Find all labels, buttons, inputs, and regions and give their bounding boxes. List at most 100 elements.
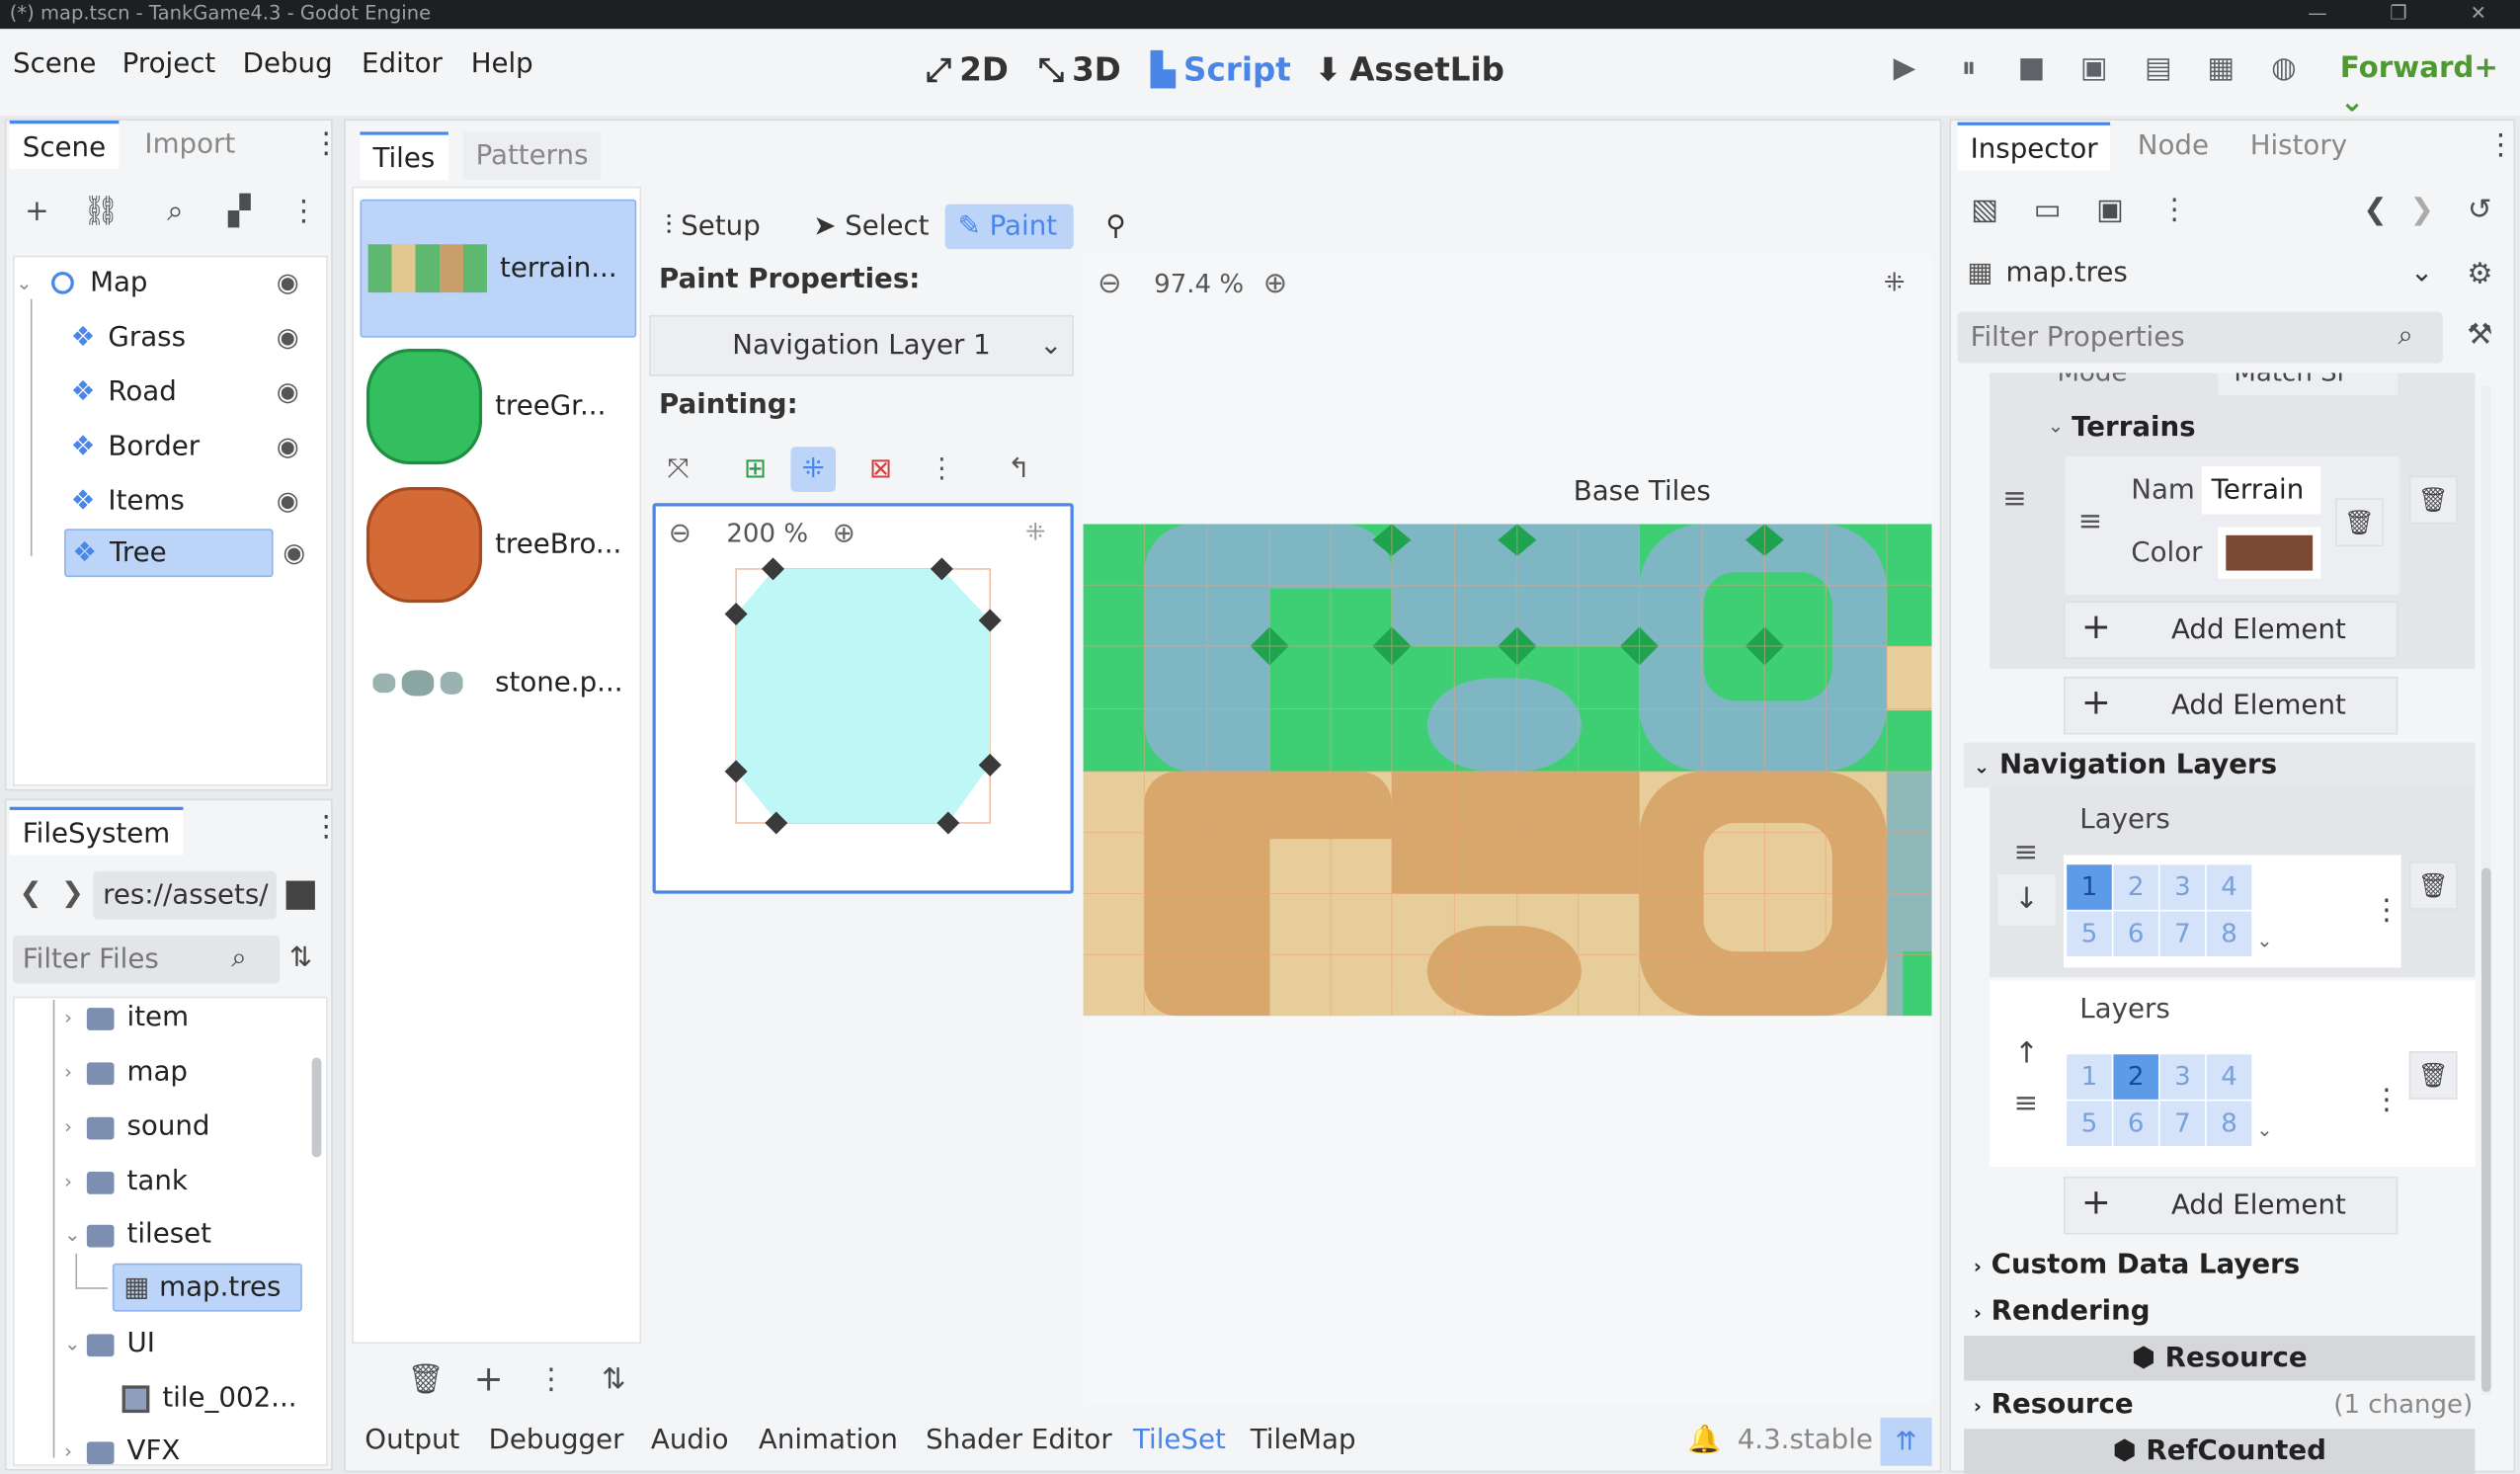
dock-menu-icon[interactable]: ⋮ xyxy=(312,127,341,161)
more-icon[interactable]: ⋮ xyxy=(530,1359,572,1401)
tab-tileset[interactable]: TileSet xyxy=(1133,1424,1226,1456)
tree-item-border[interactable]: ❖ Border ◉ xyxy=(71,423,322,471)
tab-tilemap[interactable]: TileMap xyxy=(1251,1424,1356,1456)
workspace-3d[interactable]: ⤡ 3D xyxy=(1038,49,1121,88)
layer-bit-4[interactable]: 4 xyxy=(2206,1054,2252,1100)
zoom-out-icon[interactable]: ⊖ xyxy=(1097,267,1122,300)
drag-handle-icon[interactable]: ≡ xyxy=(2014,836,2039,869)
custom-data-layers-section[interactable]: › Custom Data Layers xyxy=(1964,1243,2475,1288)
select-button[interactable]: ➤ Select xyxy=(800,205,941,250)
zoom-out-icon[interactable]: ⊖ xyxy=(669,518,691,550)
file-item-map[interactable]: › map xyxy=(64,1048,188,1097)
pause-icon[interactable]: ⏸ xyxy=(1948,48,1990,90)
layer-bit-7[interactable]: 7 xyxy=(2159,1101,2206,1146)
workspace-2d[interactable]: ⤢ 2D xyxy=(926,49,1009,88)
tab-animation[interactable]: Animation xyxy=(759,1424,898,1456)
add-element-button[interactable]: + Add Element xyxy=(2063,1176,2398,1235)
restore-icon[interactable]: ❐ xyxy=(2390,0,2407,26)
tree-item-items[interactable]: ❖ Items ◉ xyxy=(71,477,322,526)
tree-item-grass[interactable]: ❖ Grass ◉ xyxy=(71,313,322,362)
layer-bit-3[interactable]: 3 xyxy=(2159,864,2206,910)
remote-debug-icon[interactable]: ▣ xyxy=(2073,48,2115,90)
file-item-vfx[interactable]: › VFX xyxy=(64,1428,180,1474)
mode-select[interactable]: Match Si xyxy=(2218,372,2398,396)
dock-menu-icon[interactable]: ⋮ xyxy=(2486,128,2515,162)
file-item-map-tres[interactable]: ▦ map.tres xyxy=(112,1263,302,1312)
file-item-tile-002[interactable]: tile_002... xyxy=(122,1374,297,1423)
resource-tools-icon[interactable]: ⚙ xyxy=(2459,254,2500,295)
layer-bit-8[interactable]: 8 xyxy=(2206,1101,2252,1146)
layer-bit-8[interactable]: 8 xyxy=(2206,911,2252,957)
save-icon[interactable]: ▣ xyxy=(2089,190,2131,231)
new-resource-icon[interactable]: ▧ xyxy=(1964,190,2005,231)
move-down-icon[interactable]: ↓ xyxy=(1997,874,2056,927)
edit-polygon-icon[interactable]: ⁜ xyxy=(790,447,836,492)
source-tree-brown[interactable]: treeBro... xyxy=(366,476,640,614)
terrain-color-picker[interactable] xyxy=(2218,527,2321,579)
chevron-down-icon[interactable]: ⌄ xyxy=(16,259,39,307)
tab-scene[interactable]: Scene xyxy=(9,121,120,169)
dock-menu-icon[interactable]: ⋮ xyxy=(312,810,341,844)
run-current-icon[interactable]: ▤ xyxy=(2138,48,2179,90)
movie-maker-icon[interactable]: ◍ xyxy=(2263,48,2305,90)
delete-element-icon[interactable]: 🗑 xyxy=(2408,475,2458,525)
tile-atlas[interactable] xyxy=(1083,524,1932,1017)
drag-handle-icon[interactable]: ≡ xyxy=(2014,1087,2039,1120)
add-node-icon[interactable]: + xyxy=(16,192,57,233)
layer-bit-2[interactable]: 2 xyxy=(2113,864,2158,910)
visibility-icon[interactable]: ◉ xyxy=(277,313,299,362)
layer-bit-1[interactable]: 1 xyxy=(2067,864,2112,910)
add-polygon-icon[interactable]: ⊞ xyxy=(733,447,778,492)
delete-element-icon[interactable]: 🗑 xyxy=(2334,498,2384,547)
visibility-icon[interactable]: ◉ xyxy=(277,259,299,307)
tab-import[interactable]: Import xyxy=(131,121,248,169)
property-settings-icon[interactable]: ⚒ xyxy=(2459,315,2500,357)
visibility-icon[interactable]: ◉ xyxy=(277,477,299,526)
file-item-tileset[interactable]: ⌄ tileset xyxy=(64,1210,211,1259)
delete-source-icon[interactable]: 🗑 xyxy=(405,1359,447,1401)
navigation-layer-dropdown[interactable]: Navigation Layer 1 ⌄ xyxy=(649,314,1074,376)
tab-patterns[interactable]: Patterns xyxy=(462,131,602,181)
renderer-select[interactable]: Forward+ ⌄ xyxy=(2340,51,2520,119)
more-icon[interactable]: ⋮ xyxy=(283,192,324,233)
drag-handle-icon[interactable]: ≡ xyxy=(2078,505,2103,538)
fit-icon[interactable]: ⤧ xyxy=(656,447,701,492)
sort-icon[interactable]: ⇅ xyxy=(289,942,312,974)
center-view-icon[interactable]: ⁜ xyxy=(1025,518,1045,546)
menu-help[interactable]: Help xyxy=(471,48,533,81)
source-terrain[interactable]: terrain... xyxy=(360,199,637,338)
search-icon[interactable]: ⌕ xyxy=(154,192,196,233)
object-history-icon[interactable]: ↺ xyxy=(2459,190,2500,231)
close-icon[interactable]: ✕ xyxy=(2471,0,2486,26)
file-item-ui[interactable]: ⌄ UI xyxy=(64,1320,155,1368)
forward-icon[interactable]: ❯ xyxy=(61,877,84,910)
tab-inspector[interactable]: Inspector xyxy=(1957,122,2111,171)
stop-icon[interactable]: ■ xyxy=(2010,48,2052,90)
play-icon[interactable]: ▶ xyxy=(1884,48,1925,90)
navigation-layers-section[interactable]: ⌄ Navigation Layers xyxy=(1964,742,2476,788)
layer-grid[interactable]: 1234 5678 xyxy=(2067,864,2252,957)
split-view-icon[interactable] xyxy=(285,880,315,910)
expand-panel-icon[interactable]: ⇈ xyxy=(1880,1417,1932,1466)
tab-node[interactable]: Node xyxy=(2125,123,2222,171)
menu-project[interactable]: Project xyxy=(122,48,216,81)
paint-button[interactable]: ✎ Paint xyxy=(944,204,1074,250)
visibility-icon[interactable]: ◉ xyxy=(277,423,299,471)
tree-item-map[interactable]: ⌄ Map ◉ xyxy=(16,259,321,307)
terrains-heading[interactable]: Terrains xyxy=(2072,411,2196,444)
file-item-sound[interactable]: › sound xyxy=(64,1103,209,1151)
layer-bit-4[interactable]: 4 xyxy=(2206,864,2252,910)
tab-output[interactable]: Output xyxy=(365,1424,459,1456)
attach-script-icon[interactable]: ▞ xyxy=(218,192,260,233)
workspace-assetlib[interactable]: ⬇ AssetLib xyxy=(1315,49,1504,88)
path-field[interactable]: res://assets/ xyxy=(93,870,277,920)
layer-bit-3[interactable]: 3 xyxy=(2159,1054,2206,1100)
layer-bit-6[interactable]: 6 xyxy=(2113,1101,2158,1146)
delete-element-icon[interactable]: 🗑 xyxy=(2408,861,2458,910)
layer-bit-2[interactable]: 2 xyxy=(2113,1054,2158,1100)
inspector-scrollbar[interactable] xyxy=(2480,385,2491,1396)
navigation-polygon[interactable] xyxy=(723,559,1006,836)
add-element-button[interactable]: + Add Element xyxy=(2063,601,2398,660)
open-folder-icon[interactable]: ▭ xyxy=(2027,190,2069,231)
run-custom-icon[interactable]: ▦ xyxy=(2200,48,2241,90)
